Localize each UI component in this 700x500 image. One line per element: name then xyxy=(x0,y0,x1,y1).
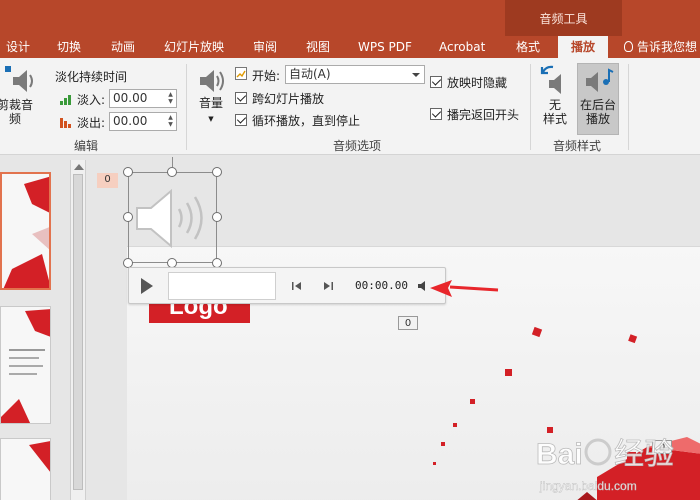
chevron-down-icon xyxy=(412,73,420,77)
fade-in-icon xyxy=(60,95,71,105)
step-back-icon[interactable] xyxy=(291,280,303,292)
ribbon-playback-panel: 剪裁音频 淡化持续时间 淡入: 00.00 ▲ ▼ 淡出: 00.00 ▲ ▼ 编辑… xyxy=(0,58,700,155)
audio-style-group-label: 音频样式 xyxy=(553,139,602,153)
animation-order-tag[interactable]: 0 xyxy=(398,316,418,330)
slide-thumbnail[interactable] xyxy=(0,172,51,290)
svg-text:jingyan.baidu.com: jingyan.baidu.com xyxy=(539,479,637,493)
trim-audio-button[interactable]: 剪裁音频 xyxy=(0,64,46,134)
resize-handle[interactable] xyxy=(212,212,222,222)
scrollbar-thumb[interactable] xyxy=(73,174,83,490)
start-select[interactable]: 自动(A) xyxy=(285,65,425,84)
group-divider xyxy=(628,64,629,150)
annotation-arrow-icon xyxy=(430,280,499,297)
audio-speaker-icon xyxy=(136,188,203,249)
tab-view[interactable]: 视图 xyxy=(306,36,330,58)
audio-progress-track[interactable] xyxy=(168,272,276,300)
audio-object-selection[interactable] xyxy=(128,172,217,263)
reset-speaker-icon xyxy=(540,65,561,94)
fade-out-icon xyxy=(60,118,71,128)
hide-during-show-label: 放映时隐藏 xyxy=(447,76,508,90)
slide-thumbnail-art xyxy=(29,441,50,472)
lightbulb-icon xyxy=(624,41,633,52)
thumbnail-scrollbar[interactable] xyxy=(70,160,86,500)
no-style-button[interactable]: 无 样式 xyxy=(536,64,574,134)
audio-tools-context-header: 音频工具 xyxy=(505,0,622,36)
hide-during-show-checkbox[interactable] xyxy=(430,76,442,88)
slide-thumbnail-pane xyxy=(0,156,70,500)
slide-thumbnail-art xyxy=(3,176,49,288)
tab-transitions[interactable]: 切换 xyxy=(57,36,81,58)
resize-handle[interactable] xyxy=(123,167,133,177)
group-divider xyxy=(186,64,187,150)
group-divider xyxy=(530,64,531,150)
audio-options-group-label: 音频选项 xyxy=(333,139,382,153)
slide-thumbnail[interactable] xyxy=(0,306,51,424)
tab-playback[interactable]: 播放 xyxy=(558,36,608,58)
playback-time: 00:00.00 xyxy=(355,279,408,292)
speaker-icon xyxy=(200,70,224,92)
baidu-jingyan-watermark: Bai 经验 jingyan.baidu.com xyxy=(536,438,674,494)
tab-wps-pdf[interactable]: WPS PDF xyxy=(358,36,412,58)
start-trigger-icon xyxy=(235,67,247,80)
play-in-background-button[interactable]: 在后台 播放 xyxy=(577,63,619,135)
trim-audio-icon xyxy=(5,66,33,92)
fade-in-stepper[interactable]: ▲ ▼ xyxy=(166,91,175,106)
cross-slides-label: 跨幻灯片播放 xyxy=(252,92,325,106)
loop-checkbox[interactable] xyxy=(235,114,247,126)
rotate-handle-stem xyxy=(172,157,173,167)
chevron-down-icon: ▼ xyxy=(208,115,214,123)
resize-handle[interactable] xyxy=(167,167,177,177)
tell-me-search[interactable]: 告诉我您想 xyxy=(624,36,697,58)
start-label: 开始: xyxy=(252,69,281,83)
ribbon-tabs: 设计 切换 动画 幻灯片放映 审阅 视图 WPS PDF Acrobat 格式 … xyxy=(0,36,700,58)
fade-duration-title: 淡化持续时间 xyxy=(55,70,128,84)
tab-acrobat[interactable]: Acrobat xyxy=(439,36,485,58)
animation-order-tag[interactable]: 0 xyxy=(97,173,118,188)
tab-format[interactable]: 格式 xyxy=(516,36,540,58)
ribbon-tab-bar: 音频工具 设计 切换 动画 幻灯片放映 审阅 视图 WPS PDF Acroba… xyxy=(0,0,700,58)
slide-thumbnail[interactable] xyxy=(0,438,51,500)
tab-review[interactable]: 审阅 xyxy=(253,36,277,58)
fade-out-input[interactable]: 00.00 ▲ ▼ xyxy=(109,112,177,131)
tab-design[interactable]: 设计 xyxy=(6,36,30,58)
fade-out-label: 淡出: xyxy=(77,116,106,130)
volume-button[interactable]: 音量 ▼ xyxy=(193,66,229,130)
tab-slideshow[interactable]: 幻灯片放映 xyxy=(164,36,224,58)
step-forward-icon[interactable] xyxy=(322,280,334,292)
audio-player-bar: 00:00.00 xyxy=(128,267,446,304)
scroll-up-arrow-icon[interactable] xyxy=(74,164,84,170)
play-icon[interactable] xyxy=(141,278,153,294)
rewind-checkbox[interactable] xyxy=(430,108,442,120)
rewind-label: 播完返回开头 xyxy=(447,108,520,122)
tab-animations[interactable]: 动画 xyxy=(111,36,135,58)
slide-thumbnail-art xyxy=(1,309,50,423)
fade-in-input[interactable]: 00.00 ▲ ▼ xyxy=(109,89,177,108)
svg-text:Bai: Bai xyxy=(536,438,583,471)
svg-text:经验: 经验 xyxy=(614,438,674,471)
background-speaker-icon xyxy=(586,68,614,92)
fade-out-stepper[interactable]: ▲ ▼ xyxy=(166,114,175,129)
resize-handle[interactable] xyxy=(123,212,133,222)
edit-group-label: 编辑 xyxy=(74,139,99,153)
cross-slides-checkbox[interactable] xyxy=(235,92,247,104)
fade-in-label: 淡入: xyxy=(77,93,106,107)
loop-label: 循环播放，直到停止 xyxy=(252,114,361,128)
resize-handle[interactable] xyxy=(212,167,222,177)
